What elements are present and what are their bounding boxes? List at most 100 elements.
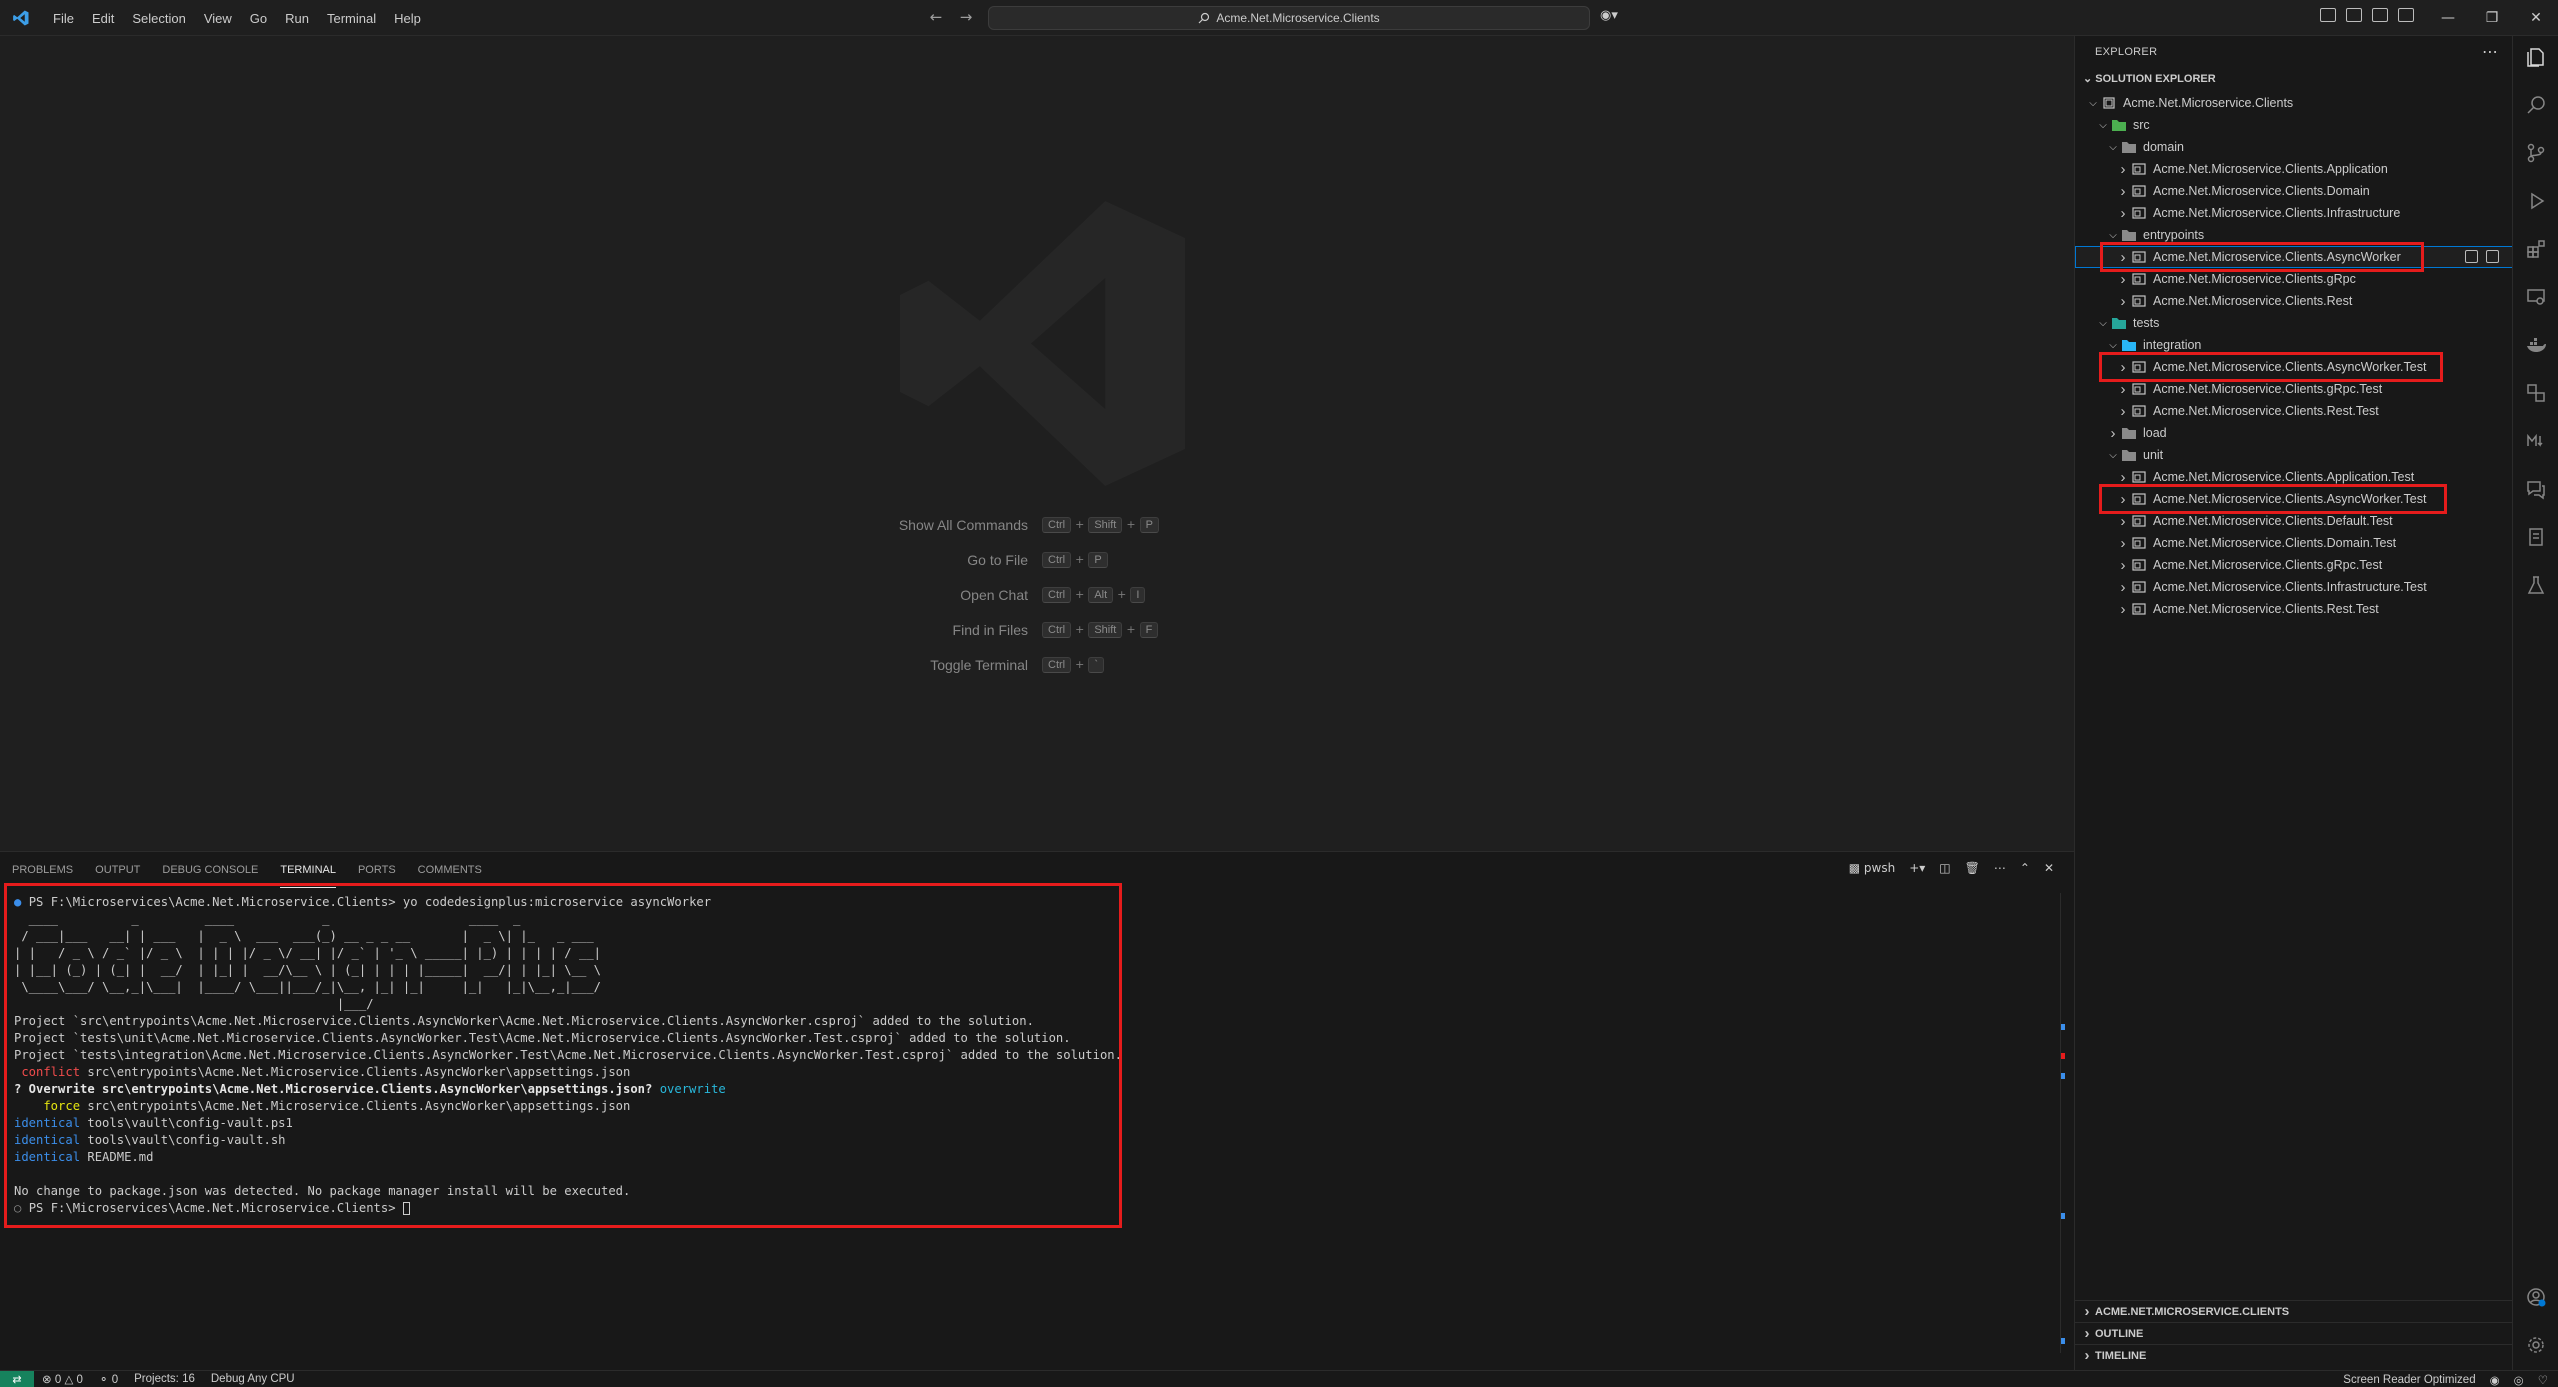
tree-item[interactable]: › Acme.Net.Microservice.Clients.Default.T… — [2075, 510, 2513, 532]
chevron-down-icon[interactable]: ⌵ — [2095, 318, 2111, 329]
chevron-right-icon[interactable]: › — [2115, 469, 2131, 486]
sidebar-section-outline[interactable]: › OUTLINE — [2075, 1322, 2513, 1344]
build-config[interactable]: Debug Any CPU — [203, 1373, 303, 1385]
tree-item[interactable]: ⌵ Acme.Net.Microservice.Clients — [2075, 92, 2513, 114]
chevron-right-icon[interactable]: › — [2115, 535, 2131, 552]
customize-layout-icon[interactable] — [2320, 8, 2336, 22]
toggle-secondary-sidebar-icon[interactable] — [2398, 8, 2414, 22]
menu-item-selection[interactable]: Selection — [123, 11, 194, 26]
more-actions-icon[interactable]: ⋯ — [2482, 42, 2498, 61]
extensions-icon[interactable] — [2525, 238, 2547, 260]
chevron-right-icon[interactable]: › — [2115, 249, 2131, 266]
tree-item[interactable]: ⌵ src — [2075, 114, 2513, 136]
run-debug-icon[interactable] — [2525, 190, 2547, 212]
tree-item[interactable]: › Acme.Net.Microservice.Clients.gRpc.Test — [2075, 554, 2513, 576]
tree-item[interactable]: › Acme.Net.Microservice.Clients.Infrastru… — [2075, 576, 2513, 598]
terminal-output[interactable]: ● PS F:\Microservices\Acme.Net.Microserv… — [14, 894, 2054, 1364]
minimize-icon[interactable]: — — [2426, 10, 2470, 26]
toggle-primary-sidebar-icon[interactable] — [2346, 8, 2362, 22]
projects-count[interactable]: Projects: 16 — [126, 1373, 203, 1385]
new-file-icon[interactable] — [2465, 250, 2478, 263]
chevron-right-icon[interactable]: › — [2115, 513, 2131, 530]
chat-icon[interactable] — [2525, 478, 2547, 500]
chevron-right-icon[interactable]: › — [2115, 205, 2131, 222]
sidebar-section-acme-net-microservice-clients[interactable]: › ACME.NET.MICROSERVICE.CLIENTS — [2075, 1300, 2513, 1322]
menu-item-terminal[interactable]: Terminal — [318, 11, 385, 26]
docker-icon[interactable] — [2525, 334, 2547, 356]
chevron-right-icon[interactable]: › — [2115, 271, 2131, 288]
tree-item[interactable]: ⌵ domain — [2075, 136, 2513, 158]
menu-item-view[interactable]: View — [195, 11, 241, 26]
notebook-icon[interactable] — [2525, 526, 2547, 548]
panel-tab-comments[interactable]: COMMENTS — [418, 852, 482, 888]
copilot-status-icon[interactable]: ◉ — [2490, 1373, 2500, 1387]
restore-icon[interactable]: ❐ — [2470, 10, 2514, 26]
tree-item[interactable]: › Acme.Net.Microservice.Clients.Infrastru… — [2075, 202, 2513, 224]
chevron-right-icon[interactable]: › — [2115, 359, 2131, 376]
chevron-right-icon[interactable]: › — [2115, 381, 2131, 398]
tree-item[interactable]: ⌵ unit — [2075, 444, 2513, 466]
ports-status[interactable]: ⚬ 0 — [91, 1372, 126, 1386]
tree-item[interactable]: ⌵ integration — [2075, 334, 2513, 356]
panel-tab-output[interactable]: OUTPUT — [95, 852, 140, 888]
chevron-right-icon[interactable]: › — [2115, 183, 2131, 200]
chevron-down-icon[interactable]: ⌵ — [2105, 450, 2121, 461]
broadcast-icon[interactable]: ◎ — [2514, 1373, 2524, 1387]
toggle-panel-icon[interactable] — [2372, 8, 2388, 22]
terminal-scrollbar[interactable] — [2060, 893, 2068, 1353]
explorer-icon[interactable] — [2525, 46, 2547, 68]
markdown-icon[interactable] — [2525, 430, 2547, 452]
chevron-down-icon[interactable]: ⌵ — [2105, 340, 2121, 351]
close-icon[interactable]: ✕ — [2514, 10, 2558, 26]
tree-item[interactable]: › Acme.Net.Microservice.Clients.gRpc.Test — [2075, 378, 2513, 400]
chevron-down-icon[interactable]: ⌵ — [2085, 98, 2101, 109]
panel-tab-terminal[interactable]: TERMINAL — [280, 852, 336, 888]
split-terminal-icon[interactable]: ◫ — [1939, 861, 1950, 875]
chevron-right-icon[interactable]: › — [2105, 425, 2121, 442]
new-terminal-icon[interactable]: +▾ — [1909, 861, 1925, 875]
panel-tab-ports[interactable]: PORTS — [358, 852, 396, 888]
terminal-shell-selector[interactable]: ▩ pwsh — [1849, 861, 1895, 875]
chevron-right-icon[interactable]: › — [2115, 403, 2131, 420]
tree-item[interactable]: › Acme.Net.Microservice.Clients.Rest.Test — [2075, 400, 2513, 422]
chevron-right-icon[interactable]: › — [2115, 161, 2131, 178]
panel-tab-problems[interactable]: PROBLEMS — [12, 852, 73, 888]
menu-item-go[interactable]: Go — [241, 11, 276, 26]
source-control-icon[interactable] — [2525, 142, 2547, 164]
menu-item-file[interactable]: File — [44, 11, 83, 26]
back-arrow-icon[interactable]: ← — [928, 8, 944, 26]
tree-item[interactable]: › Acme.Net.Microservice.Clients.Domain — [2075, 180, 2513, 202]
chevron-right-icon[interactable]: › — [2115, 601, 2131, 618]
tree-item[interactable]: › Acme.Net.Microservice.Clients.Rest — [2075, 290, 2513, 312]
forward-arrow-icon[interactable]: → — [958, 8, 974, 26]
tree-item[interactable]: › load — [2075, 422, 2513, 444]
notifications-icon[interactable]: ♡ — [2538, 1373, 2548, 1387]
command-center-search[interactable]: Acme.Net.Microservice.Clients — [988, 6, 1590, 30]
tree-item[interactable]: › Acme.Net.Microservice.Clients.Applicati… — [2075, 158, 2513, 180]
kubernetes-icon[interactable] — [2525, 382, 2547, 404]
search-icon[interactable] — [2525, 94, 2547, 116]
copilot-icon[interactable]: ◉▾ — [1600, 8, 1618, 23]
tree-item[interactable]: › Acme.Net.Microservice.Clients.Domain.Te… — [2075, 532, 2513, 554]
more-actions-icon[interactable]: ⋯ — [1994, 861, 2006, 875]
chevron-right-icon[interactable]: › — [2115, 491, 2131, 508]
menu-item-help[interactable]: Help — [385, 11, 430, 26]
tree-item[interactable]: › Acme.Net.Microservice.Clients.AsyncWork… — [2075, 246, 2513, 268]
menu-item-run[interactable]: Run — [276, 11, 318, 26]
remote-explorer-icon[interactable] — [2525, 286, 2547, 308]
panel-tab-debug-console[interactable]: DEBUG CONSOLE — [162, 852, 258, 888]
chevron-right-icon[interactable]: › — [2115, 579, 2131, 596]
menu-item-edit[interactable]: Edit — [83, 11, 123, 26]
kill-terminal-icon[interactable]: 🗑 — [1965, 861, 1980, 875]
problems-status[interactable]: ⊗ 0 △ 0 — [34, 1372, 91, 1386]
chevron-right-icon[interactable]: › — [2115, 557, 2131, 574]
maximize-panel-icon[interactable]: ⌃ — [2020, 861, 2030, 875]
tree-item[interactable]: ⌵ entrypoints — [2075, 224, 2513, 246]
testing-icon[interactable] — [2525, 574, 2547, 596]
tree-item[interactable]: ⌵ tests — [2075, 312, 2513, 334]
tree-item[interactable]: › Acme.Net.Microservice.Clients.gRpc — [2075, 268, 2513, 290]
tree-item[interactable]: › Acme.Net.Microservice.Clients.Applicati… — [2075, 466, 2513, 488]
chevron-right-icon[interactable]: › — [2115, 293, 2131, 310]
remote-indicator-icon[interactable]: ⇄ — [0, 1370, 34, 1387]
new-folder-icon[interactable] — [2486, 250, 2499, 263]
